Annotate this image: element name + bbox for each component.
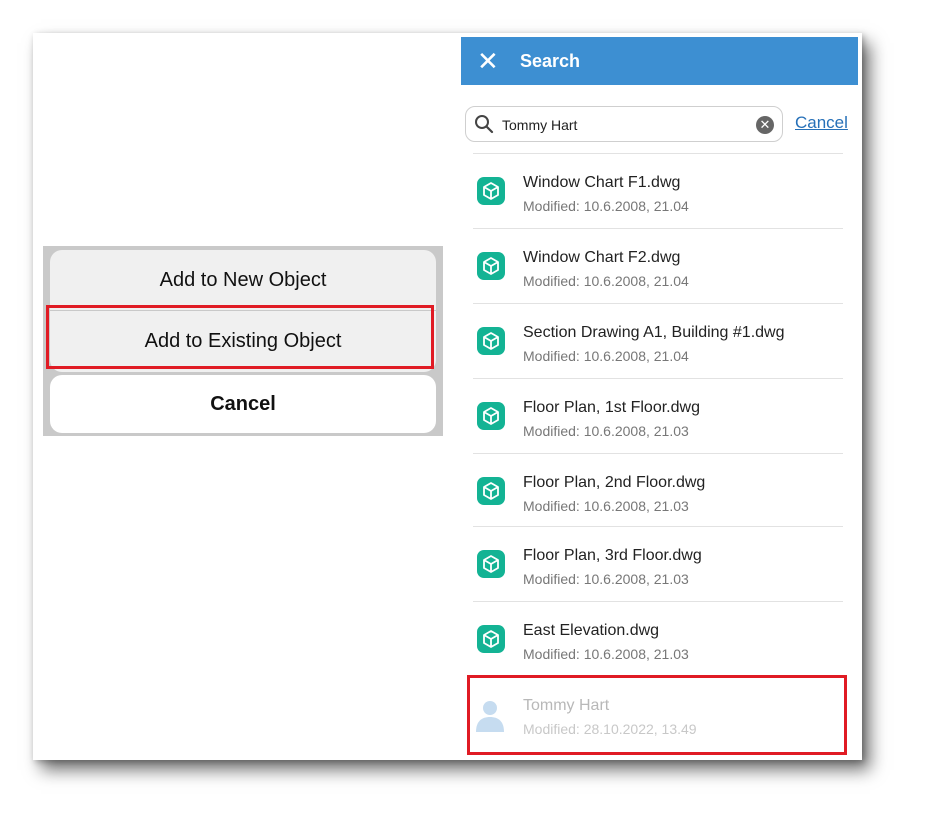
action-sheet-options: Add to New Object Add to Existing Object <box>50 250 436 372</box>
cube-file-icon <box>477 625 505 653</box>
list-item[interactable]: Floor Plan, 2nd Floor.dwg Modified: 10.6… <box>473 454 843 528</box>
list-item[interactable]: Section Drawing A1, Building #1.dwg Modi… <box>473 304 843 378</box>
modified-date: Modified: 10.6.2008, 21.03 <box>523 571 689 587</box>
file-name: Floor Plan, 1st Floor.dwg <box>523 399 700 416</box>
action-sheet-cancel-button[interactable]: Cancel <box>50 375 436 433</box>
clear-search-icon[interactable]: ✕ <box>756 116 774 134</box>
list-item[interactable]: Floor Plan, 1st Floor.dwg Modified: 10.6… <box>473 379 843 453</box>
file-name: East Elevation.dwg <box>523 622 660 639</box>
list-item[interactable]: Window Chart F2.dwg Modified: 10.6.2008,… <box>473 229 843 303</box>
file-name: Section Drawing A1, Building #1.dwg <box>523 324 785 341</box>
cube-file-icon <box>477 177 505 205</box>
modified-date: Modified: 10.6.2008, 21.04 <box>523 348 689 364</box>
list-item[interactable]: Floor Plan, 3rd Floor.dwg Modified: 10.6… <box>473 527 843 601</box>
add-to-existing-object-button[interactable]: Add to Existing Object <box>50 311 436 371</box>
search-query-text: Tommy Hart <box>502 117 578 133</box>
search-header: ✕ Search <box>461 37 858 85</box>
cube-file-icon <box>477 477 505 505</box>
page-title: Search <box>520 51 581 71</box>
modified-date: Modified: 10.6.2008, 21.04 <box>523 198 689 214</box>
cube-file-icon <box>477 550 505 578</box>
modified-date: Modified: 10.6.2008, 21.04 <box>523 273 689 289</box>
search-icon <box>475 115 494 134</box>
close-icon[interactable]: ✕ <box>477 43 499 79</box>
file-name: Window Chart F1.dwg <box>523 174 681 191</box>
cube-file-icon <box>477 327 505 355</box>
list-item[interactable]: East Elevation.dwg Modified: 10.6.2008, … <box>473 602 843 676</box>
file-name: Floor Plan, 3rd Floor.dwg <box>523 547 702 564</box>
file-name: Window Chart F2.dwg <box>523 249 681 266</box>
modified-date: Modified: 10.6.2008, 21.03 <box>523 498 689 514</box>
cancel-search-link[interactable]: Cancel <box>795 113 848 133</box>
file-name: Floor Plan, 2nd Floor.dwg <box>523 474 706 491</box>
person-icon <box>476 701 504 732</box>
list-item[interactable]: Window Chart F1.dwg Modified: 10.6.2008,… <box>473 154 843 228</box>
modified-date: Modified: 10.6.2008, 21.03 <box>523 423 689 439</box>
cube-file-icon <box>477 402 505 430</box>
modified-date: Modified: 10.6.2008, 21.03 <box>523 646 689 662</box>
cube-file-icon <box>477 252 505 280</box>
person-name: Tommy Hart <box>523 697 610 714</box>
modified-date: Modified: 28.10.2022, 13.49 <box>523 721 697 737</box>
search-input[interactable]: Tommy Hart ✕ <box>465 106 783 142</box>
list-item-person[interactable]: Tommy Hart Modified: 28.10.2022, 13.49 <box>473 677 843 751</box>
action-sheet: Add to New Object Add to Existing Object… <box>43 246 443 436</box>
add-to-new-object-button[interactable]: Add to New Object <box>50 250 436 310</box>
